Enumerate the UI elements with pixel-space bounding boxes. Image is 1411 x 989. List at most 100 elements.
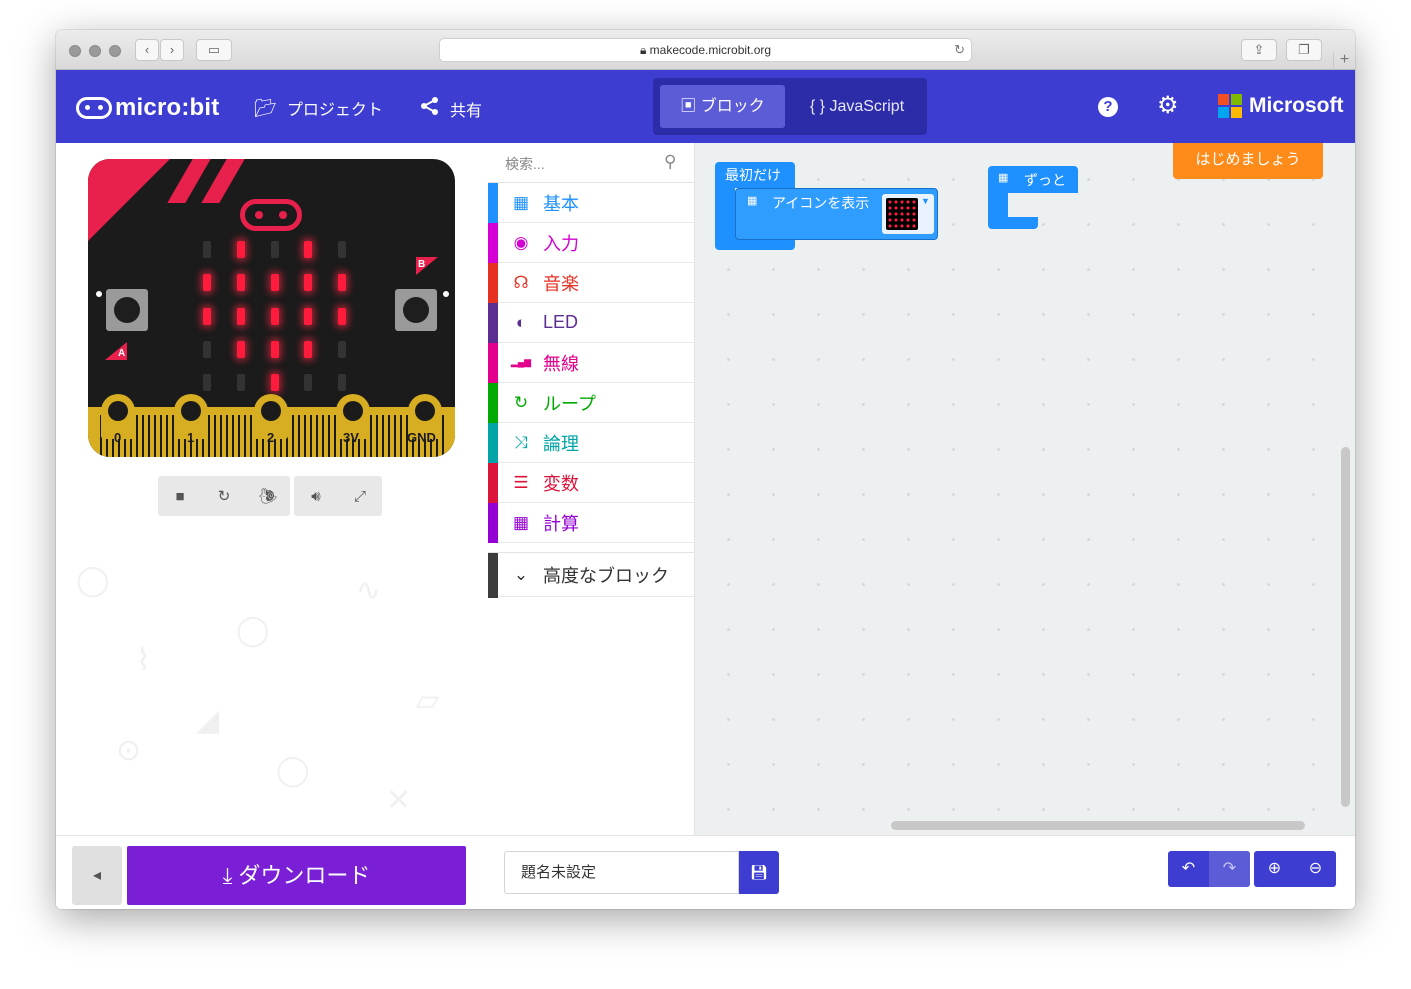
close-window-button[interactable] bbox=[69, 45, 81, 57]
edge-stripe bbox=[244, 415, 246, 457]
advanced-blocks-toggle[interactable]: ⌄ 高度なブロック bbox=[488, 552, 694, 598]
show-icon-block[interactable]: ▦ アイコンを表示 ▼ bbox=[735, 188, 938, 240]
edge-stripe bbox=[322, 415, 324, 457]
lock-icon: 🔒︎ bbox=[639, 43, 650, 57]
download-button[interactable]: ⤓ ダウンロード bbox=[127, 846, 466, 905]
toolbox-search[interactable]: 検索... ⚲ bbox=[488, 143, 694, 183]
toolbox-category[interactable]: ↻ ループ bbox=[488, 383, 694, 423]
address-bar[interactable]: 🔒︎ makecode.microbit.org ↻ bbox=[439, 38, 972, 62]
microsoft-logo-icon bbox=[1218, 94, 1242, 118]
target-icon: ◉ bbox=[513, 232, 529, 252]
led-pixel bbox=[304, 308, 312, 325]
edge-stripe bbox=[394, 415, 396, 457]
button-a[interactable] bbox=[106, 289, 148, 331]
new-tab-button[interactable]: + bbox=[1333, 52, 1355, 70]
share-button[interactable]: 共有 bbox=[420, 96, 482, 121]
save-button[interactable]: 💾︎ bbox=[739, 851, 779, 894]
edge-stripe bbox=[226, 415, 228, 457]
slow-mo-icon[interactable]: 🐌︎ bbox=[246, 487, 290, 505]
restart-icon[interactable]: ↻ bbox=[202, 487, 246, 505]
help-icon[interactable]: ? bbox=[1098, 97, 1118, 117]
microbit-logo[interactable]: micro:bit bbox=[76, 94, 219, 122]
led-pixel bbox=[271, 341, 279, 358]
zoom-in-icon[interactable]: ⊕ bbox=[1254, 851, 1295, 887]
edge-stripe bbox=[232, 415, 234, 457]
toolbox: 検索... ⚲ ▦ 基本 ◉ 入力 ☊ 音楽 ◐ LED ▂▄▆ 無線 ↻ ループ ⤨ 論理 ☰ 変数 ▦ 計算 … bbox=[488, 143, 695, 835]
collapse-icon: ◂ bbox=[92, 867, 102, 884]
share-page-button[interactable]: ⇪ bbox=[1241, 39, 1277, 61]
toolbox-category[interactable]: ☰ 変数 bbox=[488, 463, 694, 503]
led-pixel bbox=[271, 308, 279, 325]
project-name-input[interactable]: 題名未設定 bbox=[504, 851, 739, 894]
collapse-simulator-button[interactable]: ◂ bbox=[72, 846, 122, 905]
edge-stripe bbox=[166, 415, 168, 457]
tabs-overview-button[interactable]: ❐ bbox=[1286, 39, 1322, 61]
icon-picker-dropdown[interactable]: ▼ bbox=[882, 194, 934, 234]
list-icon: ☰ bbox=[513, 472, 529, 492]
horizontal-scrollbar[interactable] bbox=[891, 821, 1305, 830]
undo-icon[interactable]: ↶ bbox=[1168, 851, 1209, 887]
led-pixel bbox=[237, 341, 245, 358]
button-b[interactable] bbox=[395, 289, 437, 331]
category-label: LED bbox=[543, 312, 579, 332]
edge-stripe bbox=[250, 415, 252, 457]
edge-stripe bbox=[298, 415, 300, 457]
blocks-workspace[interactable]: はじめましょう 最初だけ ▦ アイコンを表示 ▼ ▦ ずっと bbox=[695, 143, 1355, 835]
board-corner-decoration bbox=[201, 159, 245, 203]
search-icon[interactable]: ⚲ bbox=[664, 152, 676, 172]
fullscreen-icon[interactable]: ⤢ bbox=[338, 488, 382, 505]
logo-text: micro:bit bbox=[115, 94, 220, 121]
toolbox-category[interactable]: ▂▄▆ 無線 bbox=[488, 343, 694, 383]
javascript-mode-tab[interactable]: { } JavaScript bbox=[793, 85, 921, 128]
microsoft-logo[interactable]: Microsoft bbox=[1218, 94, 1344, 118]
background-doodle: ◯ bbox=[76, 564, 110, 597]
sidebar-toggle-button[interactable]: ▭ bbox=[196, 39, 232, 61]
on-start-block-body bbox=[715, 188, 735, 232]
minimize-window-button[interactable] bbox=[89, 45, 101, 57]
led-pixel bbox=[304, 241, 312, 258]
gear-icon[interactable]: ⚙ bbox=[1157, 91, 1179, 120]
led-pixel bbox=[203, 308, 211, 325]
stop-icon[interactable]: ■ bbox=[158, 488, 202, 505]
calculator-icon: ▦ bbox=[512, 512, 530, 532]
toolbox-category[interactable]: ☊ 音楽 bbox=[488, 263, 694, 303]
microbit-logo-icon bbox=[76, 97, 112, 119]
blocks-mode-tab[interactable]: ▣ ブロック bbox=[660, 85, 785, 128]
led-pixel bbox=[203, 341, 211, 358]
edge-stripe bbox=[316, 415, 318, 457]
forever-block-foot bbox=[988, 217, 1038, 229]
zoom-window-button[interactable] bbox=[109, 45, 121, 57]
app-header: micro:bit 📂︎ プロジェクト 共有 ▣ ブロック { } JavaSc… bbox=[56, 70, 1355, 143]
zoom-out-icon[interactable]: ⊖ bbox=[1295, 851, 1336, 887]
vertical-scrollbar[interactable] bbox=[1341, 447, 1350, 807]
forward-button[interactable]: › bbox=[160, 39, 184, 61]
category-color-bar bbox=[488, 553, 498, 598]
simulator-panel: ◯ ⌇ ◯ ∿ ▱ ⊙ ◯ ✕ ◢ A B 0 1 2 3V GND ■ ↻ 🐌… bbox=[56, 143, 488, 835]
search-input[interactable]: 検索... bbox=[505, 154, 545, 174]
zoom-group: ⊕ ⊖ bbox=[1254, 851, 1336, 887]
sound-icon[interactable]: 🔊︎ bbox=[294, 488, 338, 505]
toolbox-category[interactable]: ▦ 基本 bbox=[488, 183, 694, 223]
get-started-button[interactable]: はじめましょう bbox=[1173, 143, 1323, 179]
toolbox-category[interactable]: ▦ 計算 bbox=[488, 503, 694, 543]
back-button[interactable]: ‹ bbox=[135, 39, 159, 61]
show-icon-label: アイコンを表示 bbox=[772, 195, 870, 211]
toolbox-category[interactable]: ◉ 入力 bbox=[488, 223, 694, 263]
microbit-board: A B 0 1 2 3V GND bbox=[88, 159, 455, 457]
folder-open-icon: 📂︎ bbox=[254, 97, 277, 118]
led-pixel bbox=[203, 274, 211, 291]
on-start-label: 最初だけ bbox=[715, 162, 795, 188]
toolbox-category[interactable]: ⤨ 論理 bbox=[488, 423, 694, 463]
reload-icon[interactable]: ↻ bbox=[954, 39, 965, 61]
board-side-dot bbox=[96, 291, 102, 297]
board-side-dot bbox=[443, 291, 449, 297]
edge-stripe bbox=[370, 415, 372, 457]
chevron-down-icon: ⌄ bbox=[513, 564, 529, 584]
projects-button[interactable]: 📂︎ プロジェクト bbox=[254, 96, 383, 120]
forever-block-header: ▦ ずっと bbox=[988, 166, 1078, 193]
toolbox-category[interactable]: ◐ LED bbox=[488, 303, 694, 343]
edge-stripe bbox=[382, 415, 384, 457]
redo-icon[interactable]: ↷ bbox=[1209, 851, 1250, 887]
advanced-blocks-label: 高度なブロック bbox=[543, 565, 669, 586]
edge-stripe bbox=[238, 415, 240, 457]
